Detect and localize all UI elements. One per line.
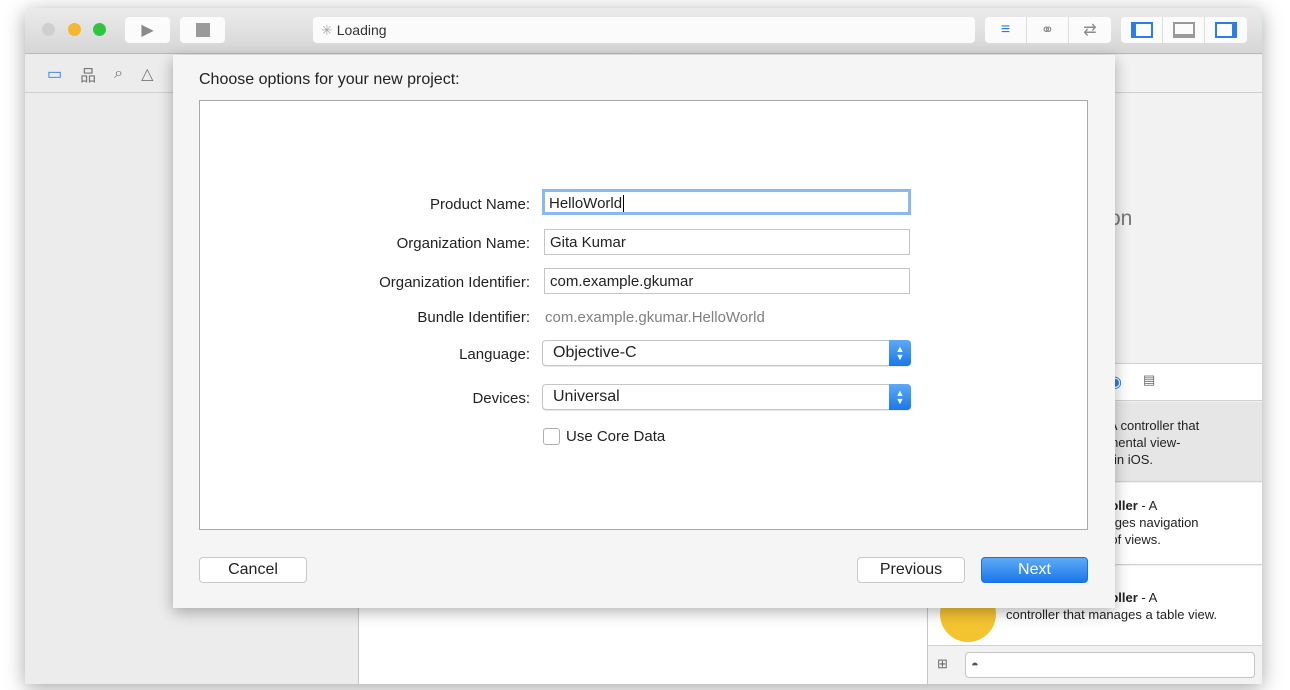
version-editor-icon[interactable]: ⇄ xyxy=(1069,17,1111,43)
devices-popup[interactable]: Universal ▲ ▼ xyxy=(542,384,911,410)
minimize-button[interactable] xyxy=(68,23,81,36)
devices-value: Universal xyxy=(553,388,620,405)
play-icon: ▶ xyxy=(141,22,154,39)
new-project-options-sheet: Choose options for your new project: Pro… xyxy=(173,55,1115,608)
view-control xyxy=(1121,17,1247,43)
activity-viewer: ✳ Loading xyxy=(313,17,975,43)
library-filter-bar: ⊞ ◓ xyxy=(928,647,1262,684)
debug-area-toggle-icon[interactable] xyxy=(1163,17,1205,43)
devices-label: Devices: xyxy=(472,390,530,407)
bundle-identifier-value: com.example.gkumar.HelloWorld xyxy=(545,309,765,326)
previous-button[interactable]: Previous xyxy=(857,557,965,583)
filter-icon: ◓ xyxy=(971,657,979,672)
close-button[interactable] xyxy=(42,23,55,36)
language-value: Objective-C xyxy=(553,344,637,361)
zoom-button[interactable] xyxy=(93,23,106,36)
bundle-identifier-label: Bundle Identifier: xyxy=(417,309,530,326)
activity-status: Loading xyxy=(336,22,387,38)
chevron-up-down-icon: ▲ ▼ xyxy=(889,384,911,410)
standard-editor-icon[interactable]: ≡ xyxy=(985,17,1027,43)
spinner-icon: ✳ xyxy=(321,21,333,38)
item-desc: - A xyxy=(1137,498,1158,513)
navigator-toggle-icon[interactable] xyxy=(1121,17,1163,43)
item-desc: - A xyxy=(1137,590,1158,605)
search-icon[interactable]: ⌕ xyxy=(114,65,123,83)
issue-icon[interactable]: △ xyxy=(141,64,153,84)
symbol-navigator-icon[interactable]: 品 xyxy=(80,62,96,86)
library-filter-input[interactable]: ◓ xyxy=(965,652,1255,678)
run-button[interactable]: ▶ xyxy=(125,17,170,43)
organization-identifier-label: Organization Identifier: xyxy=(379,274,530,291)
stop-icon xyxy=(195,23,210,37)
language-label: Language: xyxy=(459,346,530,363)
grid-view-icon[interactable]: ⊞ xyxy=(937,656,948,672)
dialog-title: Choose options for your new project: xyxy=(199,71,460,88)
product-name-label: Product Name: xyxy=(429,196,530,213)
cancel-button[interactable]: Cancel xyxy=(199,557,307,583)
use-core-data-checkbox[interactable] xyxy=(543,428,560,445)
toolbar: ▶ ✳ Loading ≡ ⚭ ⇄ xyxy=(25,8,1262,54)
organization-identifier-field[interactable]: com.example.gkumar xyxy=(544,268,910,294)
language-popup[interactable]: Objective-C ▲ ▼ xyxy=(542,340,911,366)
organization-name-label: Organization Name: xyxy=(396,235,530,252)
item-desc: controller that manages a table view. xyxy=(1006,607,1218,622)
options-panel: Product Name: HelloWorld Organization Na… xyxy=(199,100,1088,530)
organization-name-field[interactable]: Gita Kumar xyxy=(544,229,910,255)
folder-icon[interactable]: ▭ xyxy=(47,64,62,84)
assistant-editor-icon[interactable]: ⚭ xyxy=(1027,17,1069,43)
utilities-toggle-icon[interactable] xyxy=(1205,17,1247,43)
chevron-up-down-icon: ▲ ▼ xyxy=(889,340,911,366)
next-button[interactable]: Next xyxy=(981,557,1088,583)
product-name-value: HelloWorld xyxy=(549,195,623,212)
product-name-field[interactable]: HelloWorld xyxy=(542,189,911,215)
stop-button[interactable] xyxy=(180,17,225,43)
media-library-icon[interactable]: ▤ xyxy=(1143,372,1155,388)
use-core-data-label[interactable]: Use Core Data xyxy=(566,428,665,445)
editor-mode-control: ≡ ⚭ ⇄ xyxy=(985,17,1111,43)
